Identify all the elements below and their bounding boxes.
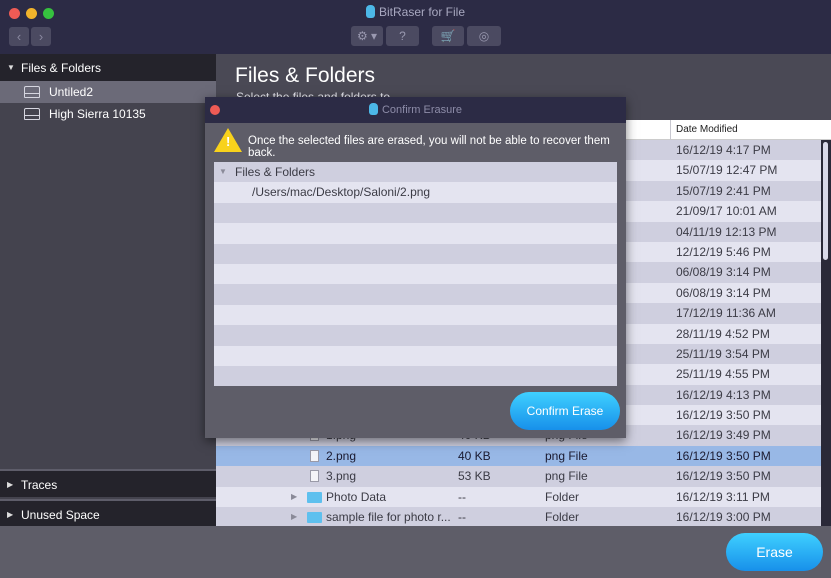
table-row[interactable]: ▶ sample file for photo r... -- Folder 16/12…: [216, 507, 821, 528]
empty-list-row: [214, 202, 617, 224]
cell-type: Folder: [545, 510, 580, 525]
cell-type: png File: [545, 469, 588, 484]
cell-date-modified: 16/12/19 3:11 PM: [676, 489, 770, 504]
column-header-date-modified[interactable]: Date Modified: [670, 120, 738, 140]
empty-list-row: [214, 263, 617, 285]
table-row[interactable]: 3.png 53 KB png File 16/12/19 3:50 PM: [216, 466, 821, 487]
app-window: ‹ › BitRaser for File ⚙ ▾ ? 🛒 ◎ ▼ Files …: [0, 0, 831, 578]
confirm-erasure-dialog: Confirm Erasure ! Once the selected file…: [205, 97, 626, 438]
expanded-triangle-icon: ▼: [219, 167, 227, 176]
bottom-bar: [0, 526, 831, 578]
section-label: Traces: [21, 478, 58, 492]
title-bar: ‹ › BitRaser for File ⚙ ▾ ? 🛒 ◎: [0, 0, 831, 54]
cell-name: Photo Data: [326, 489, 387, 504]
section-label: Files & Folders: [21, 61, 102, 75]
cell-date-modified: 16/12/19 4:13 PM: [676, 387, 771, 402]
cell-date-modified: 16/12/19 3:49 PM: [676, 428, 771, 443]
cell-type: Folder: [545, 489, 580, 504]
cell-date-modified: 16/12/19 3:50 PM: [676, 469, 771, 484]
cell-date-modified: 12/12/19 5:46 PM: [676, 244, 771, 259]
selected-file-path-row[interactable]: /Users/mac/Desktop/Saloni/2.png: [214, 182, 617, 203]
folder-icon: [307, 512, 322, 524]
expanded-triangle-icon: ▼: [7, 63, 15, 72]
cell-date-modified: 16/12/19 4:17 PM: [676, 143, 771, 157]
vertical-scrollbar[interactable]: [821, 140, 831, 526]
app-title-text: BitRaser for File: [378, 5, 466, 19]
dialog-title: Confirm Erasure: [205, 97, 626, 123]
dialog-title-bar: Confirm Erasure: [205, 97, 626, 123]
cell-size: 40 KB: [458, 448, 491, 463]
app-logo-icon: [368, 103, 378, 115]
forward-button[interactable]: ›: [31, 27, 51, 46]
drive-label: Untiled2: [49, 85, 94, 99]
cell-date-modified: 16/12/19 3:50 PM: [676, 408, 771, 423]
cell-type: png File: [545, 448, 588, 463]
cell-date-modified: 06/08/19 3:14 PM: [676, 285, 771, 300]
cell-date-modified: 04/11/19 12:13 PM: [676, 224, 777, 239]
group-label: Files & Folders: [235, 165, 316, 179]
app-logo-icon: [365, 5, 375, 18]
sidebar-item-high-sierra[interactable]: High Sierra 10135: [0, 103, 216, 125]
empty-list-row: [214, 223, 617, 244]
cell-size: 53 KB: [458, 469, 491, 484]
cell-size: --: [458, 510, 466, 525]
cell-date-modified: 06/08/19 3:14 PM: [676, 265, 771, 280]
cell-date-modified: 25/11/19 4:55 PM: [676, 367, 770, 382]
cell-date-modified: 25/11/19 3:54 PM: [676, 346, 770, 361]
folder-icon: [307, 491, 322, 503]
help-button[interactable]: ?: [386, 26, 419, 46]
collapsed-triangle-icon: ▶: [7, 510, 14, 519]
cell-date-modified: 16/12/19 3:00 PM: [676, 510, 771, 525]
empty-list-row: [214, 243, 617, 264]
empty-list-row: [214, 284, 617, 305]
settings-button[interactable]: ⚙ ▾: [351, 26, 383, 46]
expand-triangle-icon[interactable]: ▶: [291, 487, 297, 507]
erase-button[interactable]: Erase: [726, 533, 823, 571]
cell-date-modified: 28/11/19 4:52 PM: [676, 326, 770, 341]
sidebar: ▼ Files & Folders Untiled2 High Sierra 1…: [0, 54, 216, 527]
warning-glyph: !: [226, 134, 231, 149]
selected-files-group[interactable]: ▼ Files & Folders: [214, 162, 617, 183]
cell-date-modified: 21/09/17 10:01 AM: [676, 204, 777, 219]
file-icon: [310, 449, 319, 462]
file-icon: [310, 470, 319, 483]
table-row[interactable]: 2.png 40 KB png File 16/12/19 3:50 PM: [216, 445, 821, 467]
sidebar-section-unused-space[interactable]: ▶ Unused Space: [0, 499, 216, 527]
dialog-title-text: Confirm Erasure: [381, 104, 463, 116]
file-path: /Users/mac/Desktop/Saloni/2.png: [252, 185, 431, 200]
cell-date-modified: 15/07/19 2:41 PM: [676, 183, 771, 198]
sidebar-section-traces[interactable]: ▶ Traces: [0, 469, 216, 497]
cell-name: 2.png: [326, 448, 357, 463]
cart-button[interactable]: 🛒: [432, 26, 464, 46]
collapsed-triangle-icon: ▶: [7, 480, 14, 489]
cell-date-modified: 16/12/19 3:50 PM: [676, 448, 771, 463]
expand-triangle-icon[interactable]: ▶: [291, 507, 297, 527]
cell-date-modified: 15/07/19 12:47 PM: [676, 163, 778, 178]
cell-size: --: [458, 489, 466, 504]
drive-label: High Sierra 10135: [49, 107, 146, 121]
empty-list-row: [214, 345, 617, 366]
empty-list-row: [214, 365, 617, 387]
cell-name: 3.png: [326, 469, 357, 484]
account-button[interactable]: ◎: [467, 26, 501, 46]
empty-list-row: [214, 325, 617, 346]
selected-files-list: ▼ Files & Folders /Users/mac/Desktop/Sal…: [214, 162, 617, 387]
section-label: Unused Space: [21, 508, 100, 522]
drive-icon: [24, 86, 40, 98]
dialog-message: Once the selected files are erased, you …: [248, 135, 610, 159]
empty-list-row: [214, 304, 617, 326]
cell-name: sample file for photo r...: [326, 510, 451, 525]
back-button[interactable]: ‹: [9, 27, 29, 46]
table-row[interactable]: ▶ Photo Data -- Folder 16/12/19 3:11 PM: [216, 486, 821, 508]
cell-date-modified: 17/12/19 11:36 AM: [676, 306, 776, 321]
sidebar-section-files-folders[interactable]: ▼ Files & Folders: [0, 54, 216, 82]
warning-icon: !: [214, 128, 242, 152]
drive-icon: [24, 108, 40, 120]
app-title: BitRaser for File: [0, 5, 831, 19]
confirm-erase-button[interactable]: Confirm Erase: [510, 392, 620, 430]
scroll-thumb[interactable]: [823, 142, 828, 260]
page-title: Files & Folders: [235, 64, 376, 87]
sidebar-item-untiled2[interactable]: Untiled2: [0, 81, 216, 103]
